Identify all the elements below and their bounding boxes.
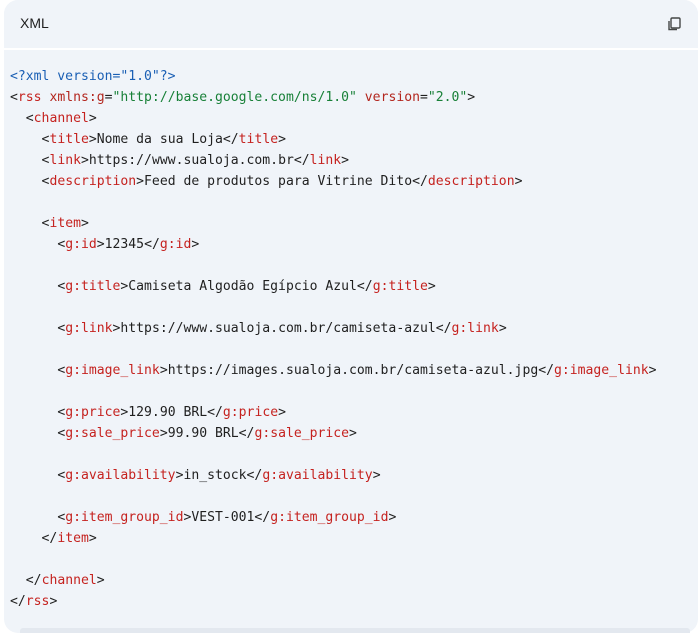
code-content[interactable]: <?xml version="1.0"?> <rss xmlns:g="http… [10, 66, 657, 612]
code-line: <description>Feed de produtos para Vitri… [41, 174, 523, 189]
code-line: <g:title>Camiseta Algodão Egípcio Azul</… [57, 279, 436, 294]
code-line: <g:image_link>https://images.sualoja.com… [57, 363, 657, 378]
header-divider [4, 48, 698, 50]
code-line: <g:sale_price>99.90 BRL</g:sale_price> [57, 426, 357, 441]
code-line: <title>Nome da sua Loja</title> [41, 132, 286, 147]
code-line: <g:price>129.90 BRL</g:price> [57, 405, 286, 420]
horizontal-scrollbar[interactable] [20, 628, 690, 633]
code-line: <g:availability>in_stock</g:availability… [57, 468, 381, 483]
code-line: <rss xmlns:g="http://base.google.com/ns/… [10, 90, 476, 105]
code-line: </item> [41, 531, 97, 546]
code-line: <item> [41, 216, 89, 231]
language-label: XML [20, 15, 49, 31]
code-line: <?xml version="1.0"?> [10, 69, 176, 84]
code-line: <g:item_group_id>VEST-001</g:item_group_… [57, 510, 397, 525]
copy-button[interactable] [664, 14, 684, 34]
copy-icon [668, 17, 681, 31]
code-line: </rss> [10, 594, 58, 609]
code-line: <g:id>12345</g:id> [57, 237, 200, 252]
code-line: </channel> [25, 573, 105, 588]
code-block: XML <?xml version="1.0"?> <rss xmlns:g="… [4, 0, 698, 633]
code-line: <link>https://www.sualoja.com.br</link> [41, 153, 350, 168]
code-line: <g:link>https://www.sualoja.com.br/camis… [57, 321, 507, 336]
code-line: <channel> [25, 111, 97, 126]
code-block-header: XML [4, 0, 698, 48]
